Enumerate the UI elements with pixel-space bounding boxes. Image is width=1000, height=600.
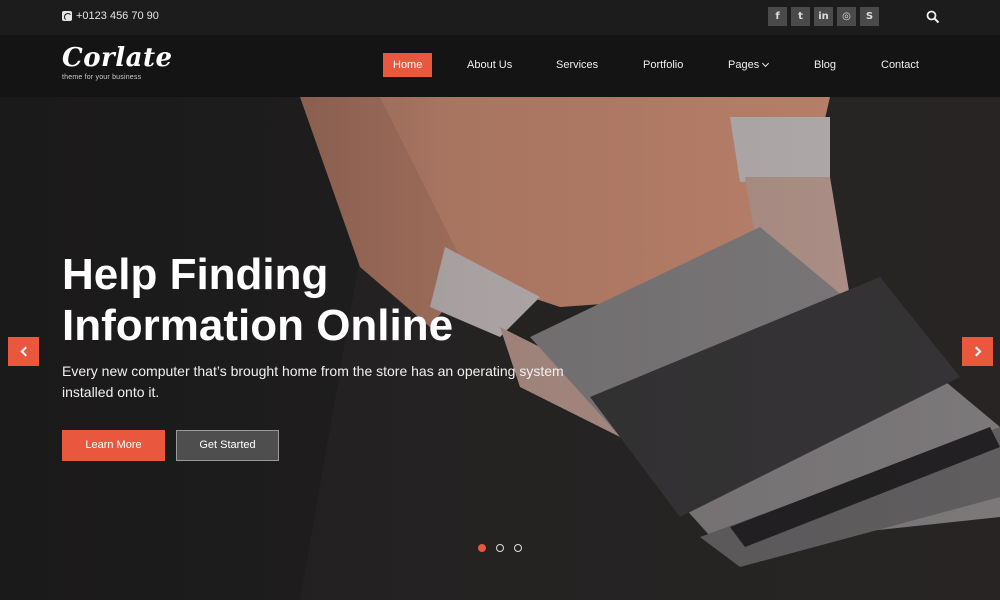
main-navbar: Corlate theme for your business Home Abo…: [0, 35, 1000, 97]
phone-contact: +0123 456 70 90: [62, 10, 159, 22]
linkedin-icon[interactable]: in: [814, 7, 833, 26]
facebook-icon[interactable]: f: [768, 7, 787, 26]
nav-item-blog[interactable]: Blog: [814, 53, 836, 77]
phone-number: +0123 456 70 90: [76, 10, 159, 22]
slide-dot-2[interactable]: [496, 544, 504, 552]
main-menu: Home About Us Services Portfolio Pages B…: [0, 53, 1000, 77]
hero-title-line-1: Help Finding: [62, 250, 329, 299]
slide-dot-3[interactable]: [514, 544, 522, 552]
social-links: f t in ◎ S: [768, 7, 879, 26]
learn-more-button[interactable]: Learn More: [62, 430, 165, 461]
nav-item-about-us[interactable]: About Us: [467, 53, 512, 77]
slide-dot-1[interactable]: [478, 544, 486, 552]
search-icon[interactable]: [926, 10, 940, 24]
chevron-right-icon: [971, 346, 981, 357]
slider-next-button[interactable]: [962, 337, 993, 366]
nav-item-pages-label: Pages: [728, 59, 760, 71]
chevron-down-icon: [762, 59, 770, 68]
nav-item-home[interactable]: Home: [383, 53, 433, 77]
skype-icon[interactable]: S: [860, 7, 879, 26]
top-bar: +0123 456 70 90 f t in ◎ S: [0, 0, 1000, 35]
phone-icon: [62, 11, 72, 21]
hero-description: Every new computer that’s brought home f…: [62, 363, 564, 400]
nav-item-portfolio[interactable]: Portfolio: [643, 53, 683, 77]
nav-item-services[interactable]: Services: [556, 53, 598, 77]
hero-title: Help Finding Information Online: [62, 249, 582, 351]
slider-prev-button[interactable]: [8, 337, 39, 366]
dribbble-icon[interactable]: ◎: [837, 7, 856, 26]
hero-title-line-2: Information Online: [62, 301, 454, 350]
slider-pagination: [478, 544, 522, 552]
chevron-left-icon: [20, 346, 30, 357]
nav-item-pages[interactable]: Pages: [728, 53, 770, 77]
hero-slider: Help Finding Information Online Every ne…: [0, 97, 1000, 600]
get-started-button[interactable]: Get Started: [176, 430, 279, 461]
nav-item-contact[interactable]: Contact: [881, 53, 919, 77]
twitter-icon[interactable]: t: [791, 7, 810, 26]
